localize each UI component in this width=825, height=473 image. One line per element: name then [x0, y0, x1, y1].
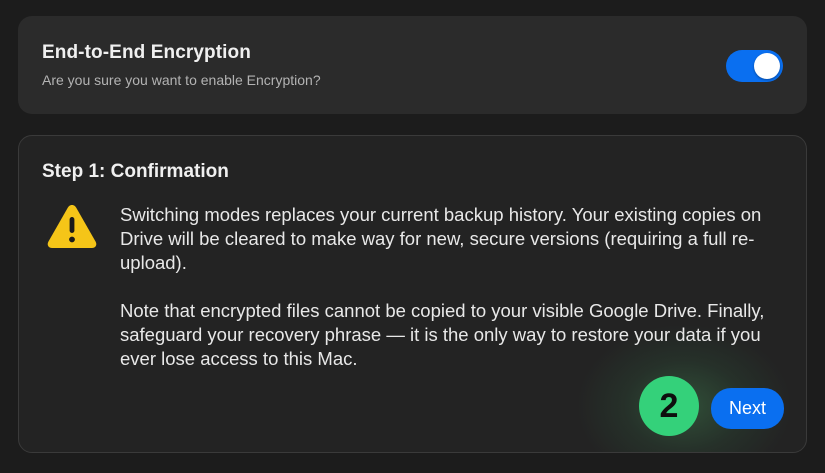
message-paragraph-1: Switching modes replaces your current ba… — [120, 204, 762, 273]
confirmation-card: Step 1: Confirmation Switching modes rep… — [18, 135, 807, 453]
next-button[interactable]: Next — [711, 388, 784, 429]
encryption-title: End-to-End Encryption — [42, 42, 251, 63]
encryption-setting-row: End-to-End Encryption Are you sure you w… — [18, 16, 807, 114]
confirmation-message: Switching modes replaces your current ba… — [120, 203, 790, 371]
encryption-settings-panel: End-to-End Encryption Are you sure you w… — [0, 0, 825, 473]
message-paragraph-2: Note that encrypted files cannot be copi… — [120, 300, 765, 369]
step-title: Step 1: Confirmation — [42, 161, 229, 182]
warning-triangle-icon — [47, 205, 97, 248]
toggle-knob — [754, 53, 780, 79]
encryption-toggle[interactable] — [726, 50, 783, 82]
step-number-badge: 2 — [639, 376, 699, 436]
encryption-subtitle: Are you sure you want to enable Encrypti… — [42, 72, 321, 88]
